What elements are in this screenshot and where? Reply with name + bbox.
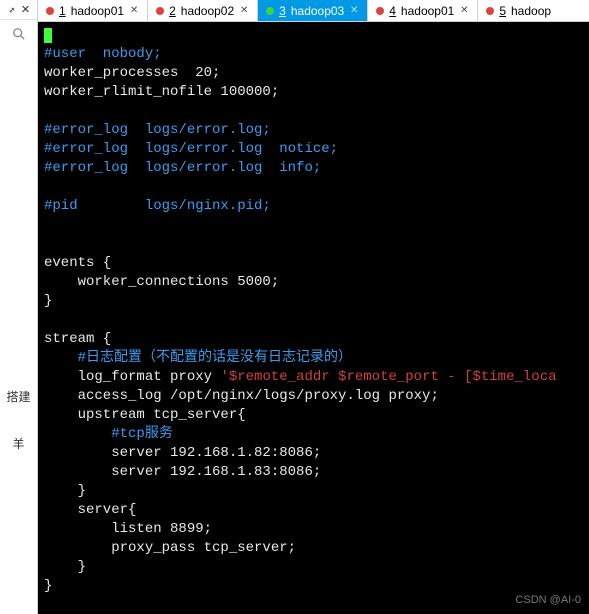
tab-hadoop01-4[interactable]: 4 hadoop01 ✕ — [368, 0, 478, 21]
search-icon-area[interactable] — [0, 20, 37, 48]
tab-label: hadoop01 — [71, 4, 124, 18]
code-line: upstream tcp_server{ — [44, 407, 246, 423]
tab-index: 3 — [279, 4, 286, 18]
editor-area[interactable]: #user nobody; worker_processes 20; worke… — [38, 22, 589, 614]
search-icon — [12, 27, 26, 41]
sidebar-label-1: 搭建 — [0, 388, 37, 405]
code-line: events { — [44, 255, 111, 271]
sidebar-label-2: 羊 — [0, 435, 37, 452]
code-comment: #error_log logs/error.log; — [44, 122, 271, 138]
tab-status-dot — [376, 7, 384, 15]
code-line: } — [44, 578, 52, 594]
code-comment: #pid logs/nginx.pid; — [44, 198, 271, 214]
tab-label: hadoop03 — [291, 4, 344, 18]
tab-hadoop01-1[interactable]: 1 hadoop01 ✕ — [38, 0, 148, 21]
tab-label: hadoop01 — [401, 4, 454, 18]
tab-hadoop02[interactable]: 2 hadoop02 ✕ — [148, 0, 258, 21]
watermark: CSDN @AI-0 — [515, 591, 581, 610]
tab-status-dot — [486, 7, 494, 15]
code-string: '$remote_addr $remote_port - [$time_loca — [220, 369, 556, 385]
code-comment: #日志配置（不配置的话是没有日志记录的） — [44, 350, 352, 366]
code-comment: #user nobody; — [44, 46, 162, 62]
tab-bar: 1 hadoop01 ✕ 2 hadoop02 ✕ 3 hadoop03 ✕ 4… — [38, 0, 589, 22]
code-line: server 192.168.1.83:8086; — [44, 464, 321, 480]
code-line: access_log /opt/nginx/logs/proxy.log pro… — [44, 388, 439, 404]
tab-label: hadoop — [511, 4, 551, 18]
close-icon[interactable]: ✕ — [129, 6, 139, 16]
close-icon[interactable]: ✕ — [21, 3, 30, 16]
tab-status-dot — [156, 7, 164, 15]
code-line: worker_connections 5000; — [44, 274, 279, 290]
tab-status-dot — [266, 7, 274, 15]
tab-index: 4 — [389, 4, 396, 18]
code-line: worker_processes 20; — [44, 65, 220, 81]
cursor — [44, 28, 52, 43]
tab-index: 5 — [499, 4, 506, 18]
tab-hadoop-5[interactable]: 5 hadoop — [478, 0, 559, 21]
close-icon[interactable]: ✕ — [349, 6, 359, 16]
code-line: proxy_pass tcp_server; — [44, 540, 296, 556]
code-line: server 192.168.1.82:8086; — [44, 445, 321, 461]
code-line: worker_rlimit_nofile 100000; — [44, 84, 279, 100]
code-line: stream { — [44, 331, 111, 347]
close-icon[interactable]: ✕ — [239, 6, 249, 16]
code-comment: #error_log logs/error.log notice; — [44, 141, 338, 157]
code-line: } — [44, 483, 86, 499]
left-sidebar: ✕ 搭建 羊 — [0, 0, 38, 614]
code-line: log_format proxy — [44, 369, 220, 385]
close-icon[interactable]: ✕ — [459, 6, 469, 16]
tab-index: 1 — [59, 4, 66, 18]
code-line: } — [44, 559, 86, 575]
tab-label: hadoop02 — [181, 4, 234, 18]
code-comment: #tcp服务 — [44, 426, 173, 442]
sidebar-pin-close[interactable]: ✕ — [0, 0, 37, 20]
tab-hadoop03[interactable]: 3 hadoop03 ✕ — [258, 0, 368, 21]
tab-index: 2 — [169, 4, 176, 18]
code-line: } — [44, 293, 52, 309]
tab-status-dot — [46, 7, 54, 15]
code-line: listen 8899; — [44, 521, 212, 537]
code-comment: #error_log logs/error.log info; — [44, 160, 321, 176]
code-line: server{ — [44, 502, 136, 518]
pin-icon — [7, 5, 17, 15]
